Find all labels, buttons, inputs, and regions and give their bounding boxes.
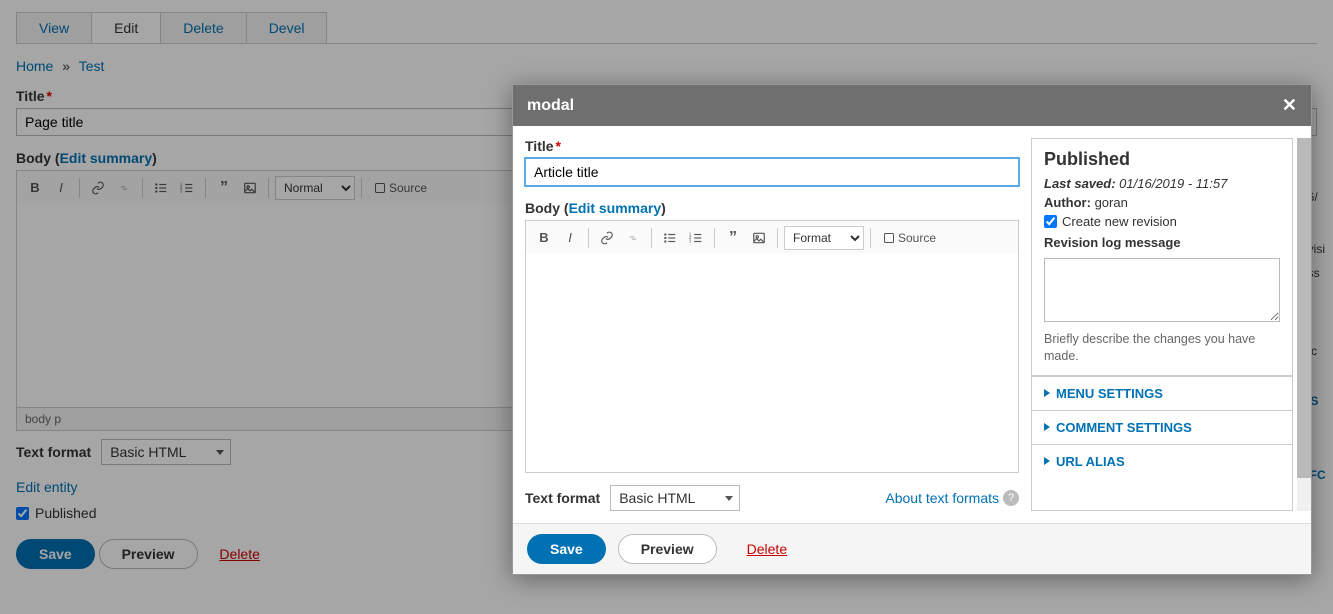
help-icon: ? bbox=[1003, 490, 1019, 506]
modal-title-label: Title* bbox=[525, 138, 1019, 154]
svg-text:3: 3 bbox=[689, 238, 692, 243]
modal-title-input[interactable] bbox=[525, 158, 1019, 186]
accordion-comment-settings[interactable]: COMMENT SETTINGS bbox=[1032, 410, 1292, 444]
last-saved: Last saved: 01/16/2019 - 11:57 bbox=[1044, 176, 1280, 191]
unlink-icon[interactable] bbox=[621, 226, 645, 250]
modal-body-label: Body (Edit summary) bbox=[525, 200, 1019, 216]
bullet-list-icon[interactable] bbox=[658, 226, 682, 250]
modal-delete-link[interactable]: Delete bbox=[747, 541, 787, 557]
italic-icon[interactable]: I bbox=[558, 226, 582, 250]
image-icon[interactable] bbox=[747, 226, 771, 250]
create-revision-label: Create new revision bbox=[1062, 214, 1177, 229]
accordion-menu-settings[interactable]: MENU SETTINGS bbox=[1032, 376, 1292, 410]
revision-log-label: Revision log message bbox=[1044, 235, 1181, 250]
published-heading: Published bbox=[1044, 149, 1280, 170]
modal-title: modal bbox=[527, 97, 574, 115]
source-button[interactable]: Source bbox=[877, 226, 942, 250]
close-icon[interactable]: ✕ bbox=[1282, 95, 1297, 116]
create-revision-checkbox[interactable] bbox=[1044, 215, 1057, 228]
modal-save-button[interactable]: Save bbox=[527, 534, 606, 564]
revision-log-textarea[interactable] bbox=[1044, 258, 1280, 322]
modal-scrollbar[interactable] bbox=[1297, 138, 1311, 511]
format-dropdown[interactable]: Format bbox=[784, 226, 864, 250]
modal-editor-body[interactable] bbox=[525, 254, 1019, 473]
link-icon[interactable] bbox=[595, 226, 619, 250]
bold-icon[interactable]: B bbox=[532, 226, 556, 250]
modal-editor-toolbar: B I 123 ” Format Source bbox=[525, 220, 1019, 254]
revision-log-help: Briefly describe the changes you have ma… bbox=[1044, 331, 1280, 365]
blockquote-icon[interactable]: ” bbox=[721, 226, 745, 250]
author-info: Author: goran bbox=[1044, 195, 1280, 210]
modal-dialog: modal ✕ Title* Body (Edit summary) B I 1… bbox=[512, 84, 1312, 575]
about-text-formats-link[interactable]: About text formats ? bbox=[885, 490, 1019, 506]
modal-footer: Save Preview Delete bbox=[513, 524, 1311, 574]
modal-edit-summary-link[interactable]: Edit summary bbox=[569, 200, 662, 216]
modal-preview-button[interactable]: Preview bbox=[618, 534, 717, 564]
number-list-icon[interactable]: 123 bbox=[684, 226, 708, 250]
accordion-url-alias[interactable]: URL ALIAS bbox=[1032, 444, 1292, 478]
modal-text-format-select[interactable]: Basic HTML bbox=[610, 485, 740, 511]
modal-text-format-label: Text format bbox=[525, 490, 600, 506]
modal-header: modal ✕ bbox=[513, 85, 1311, 126]
